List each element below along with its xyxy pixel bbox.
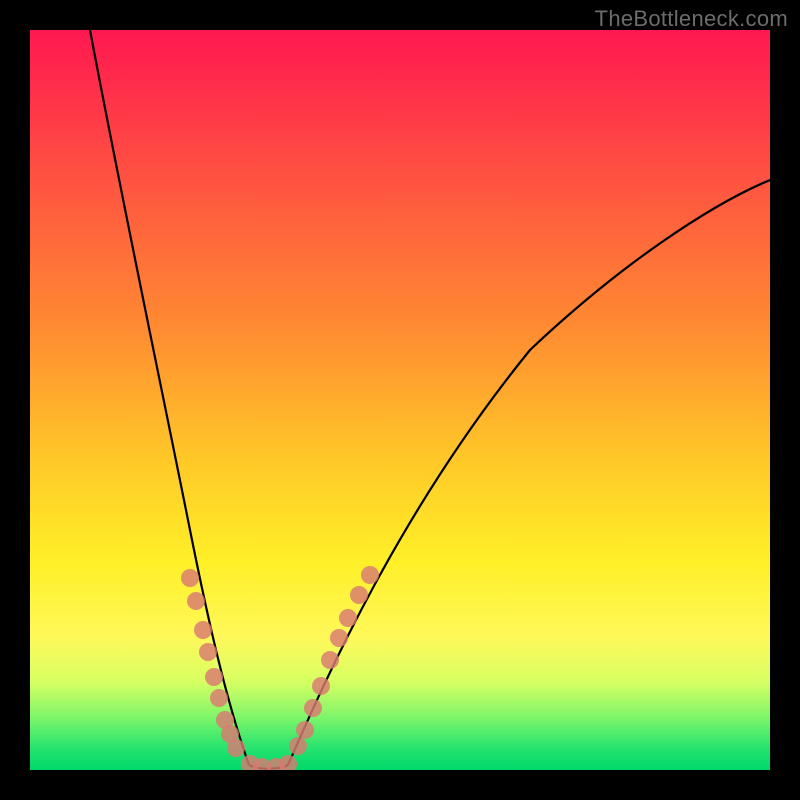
dots-right-cluster (289, 566, 379, 755)
data-dot (187, 592, 205, 610)
chart-frame: TheBottleneck.com (0, 0, 800, 800)
dots-left-cluster (181, 569, 245, 757)
data-dot (279, 755, 297, 770)
dots-valley-cluster (241, 755, 297, 770)
data-dot (312, 677, 330, 695)
data-dot (194, 621, 212, 639)
data-dot (296, 721, 314, 739)
chart-svg (30, 30, 770, 770)
data-dot (321, 651, 339, 669)
data-dot (304, 699, 322, 717)
watermark-text: TheBottleneck.com (595, 6, 788, 32)
right-curve (288, 180, 770, 765)
data-dot (361, 566, 379, 584)
data-dot (350, 586, 368, 604)
left-curve (90, 30, 249, 765)
data-dot (205, 668, 223, 686)
data-dot (210, 689, 228, 707)
data-dot (330, 629, 348, 647)
data-dot (339, 609, 357, 627)
data-dot (227, 739, 245, 757)
data-dot (199, 643, 217, 661)
data-dot (181, 569, 199, 587)
data-dot (289, 737, 307, 755)
plot-area (30, 30, 770, 770)
